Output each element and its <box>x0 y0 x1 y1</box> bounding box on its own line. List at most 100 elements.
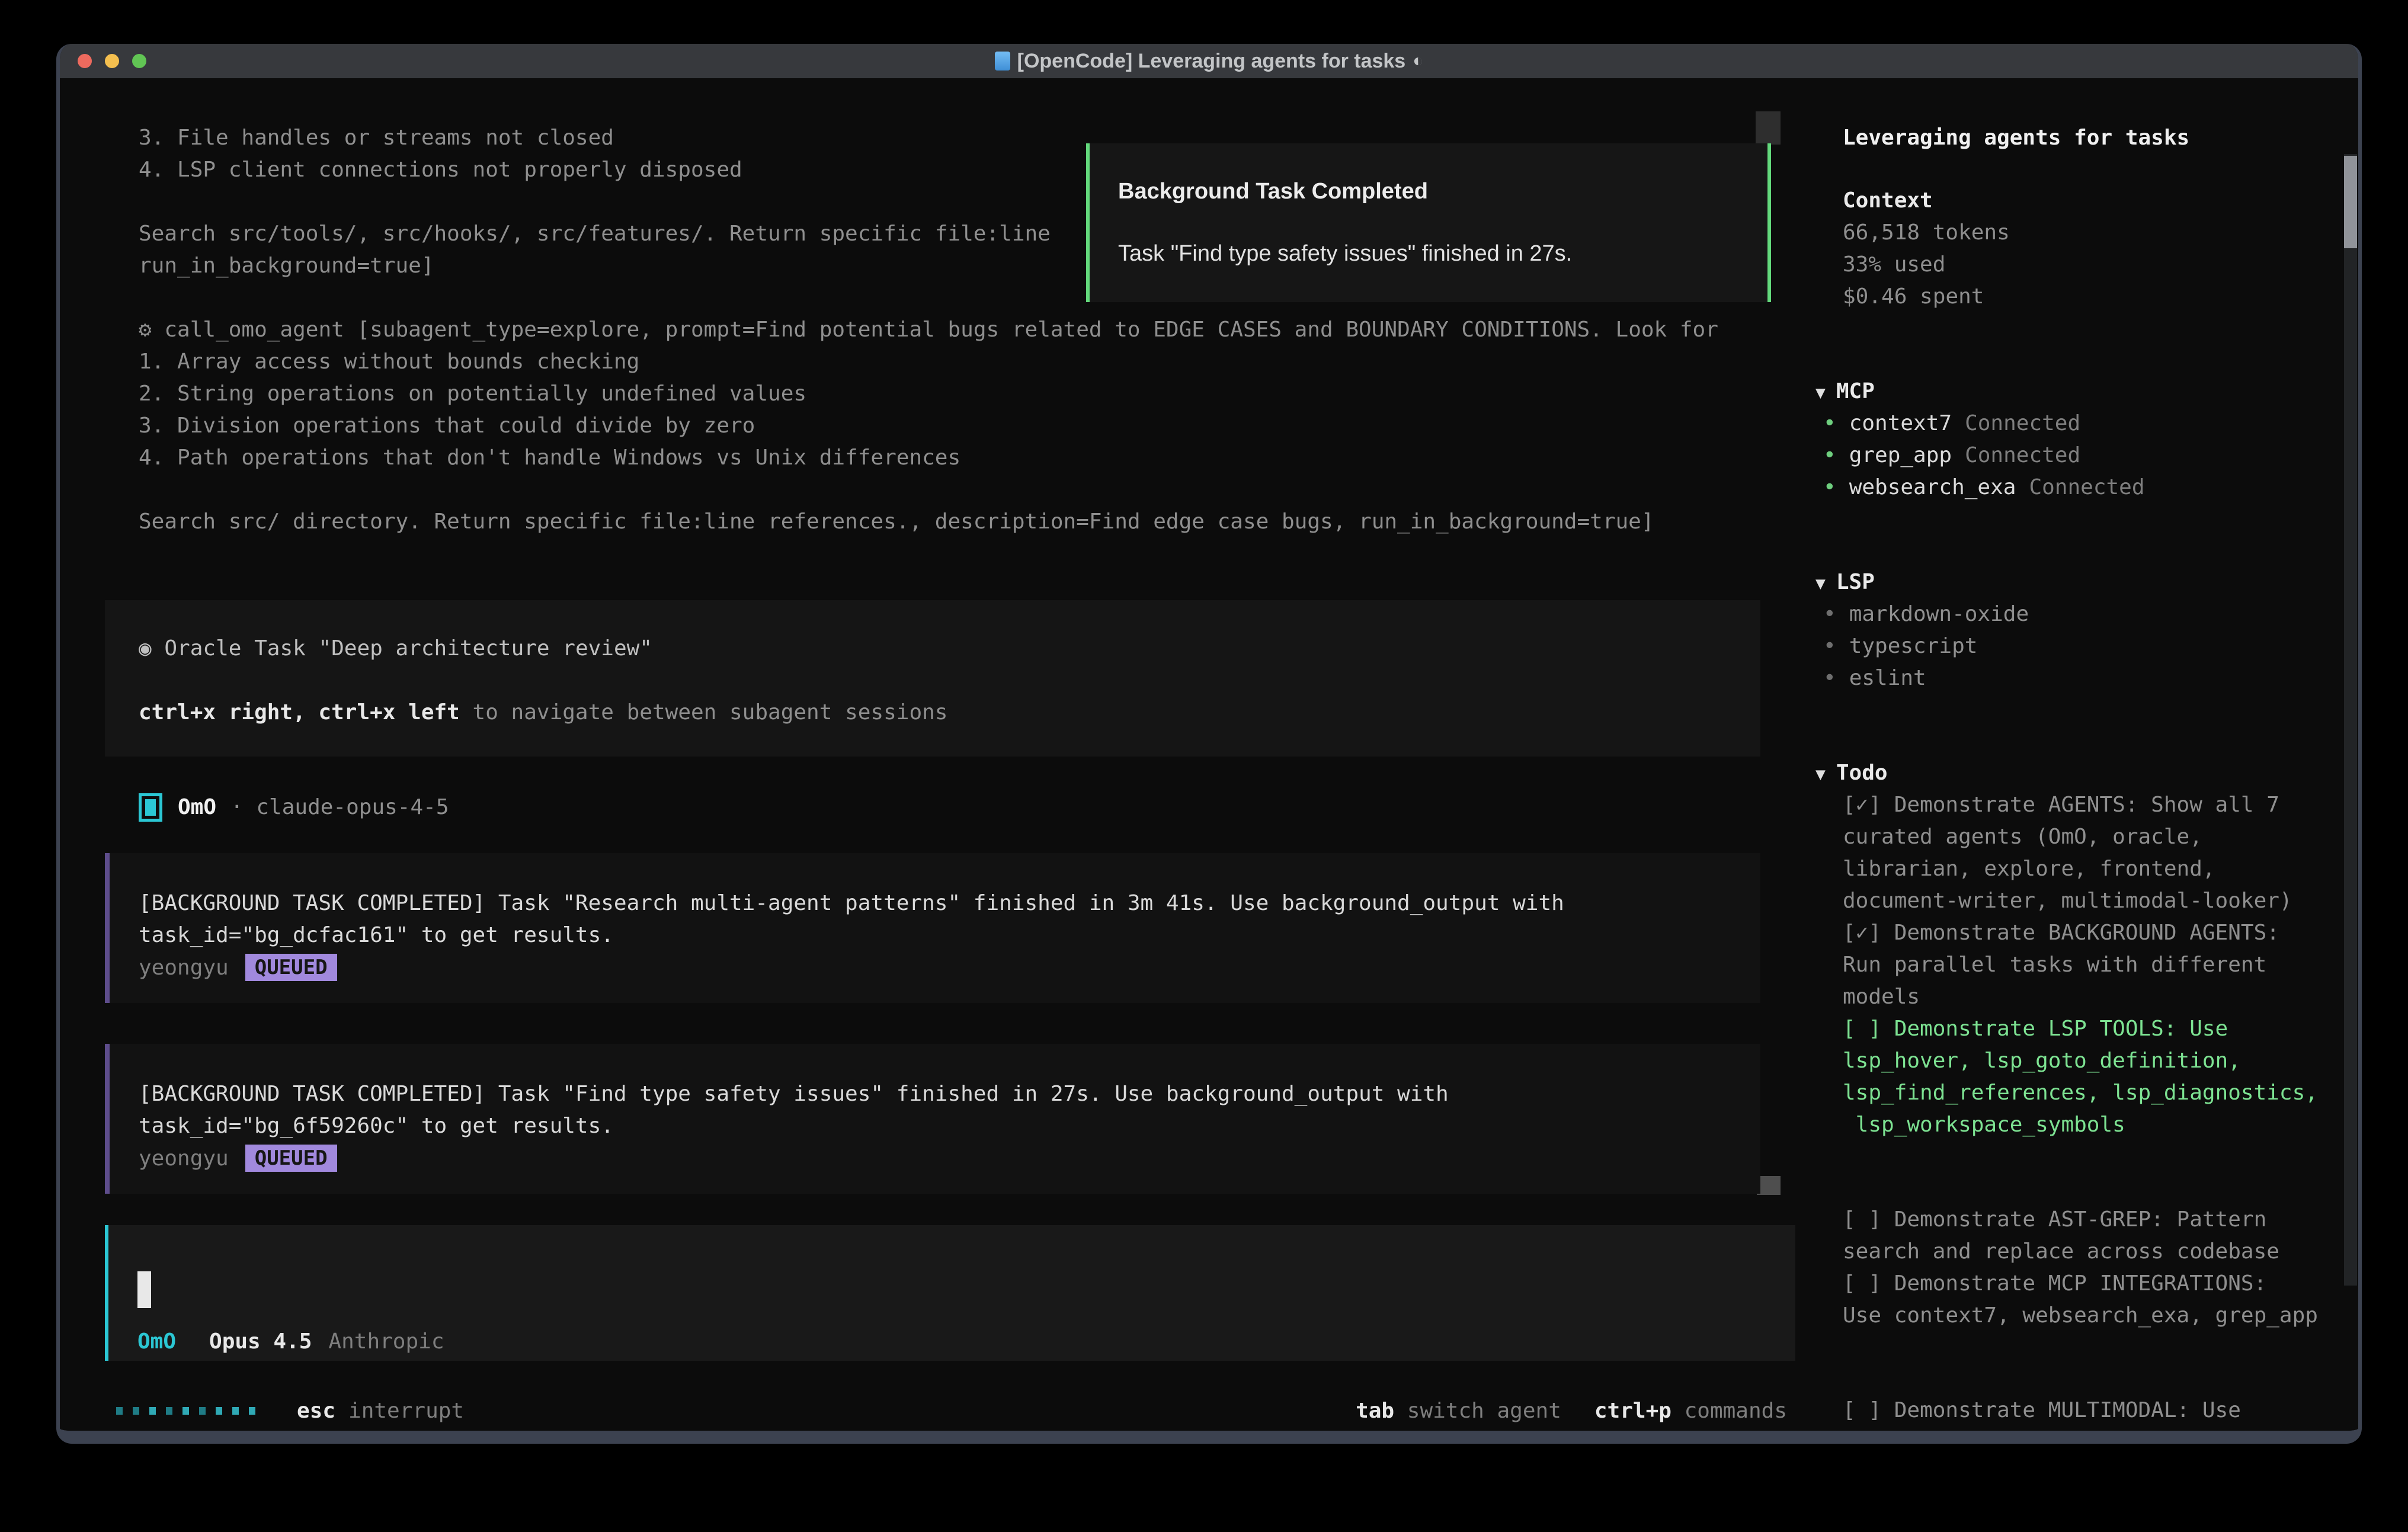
document-icon <box>995 52 1010 70</box>
tab-key-hint: tab <box>1356 1399 1394 1423</box>
omo-agent-icon <box>139 793 162 822</box>
active-agent-label: OmO <box>137 1329 176 1354</box>
text-line: 4. Path operations that don't handle Win… <box>60 442 1795 474</box>
message-line: task_id="bg_dcfac161" to get results. <box>139 919 1760 951</box>
active-model-label: Opus 4.5 <box>209 1329 312 1354</box>
message-line: [BACKGROUND TASK COMPLETED] Task "Resear… <box>139 887 1760 919</box>
status-dot-icon: • <box>1823 666 1836 690</box>
session-title: Leveraging agents for tasks <box>1805 122 2362 154</box>
tool-call-tail: Search src/ directory. Return specific f… <box>60 506 1795 538</box>
mcp-server-row: •grep_appConnected <box>1805 440 2362 472</box>
text-line: [ ] Demonstrate AST-GREP: Pattern <box>1805 1204 2362 1236</box>
mcp-server-row: •context7Connected <box>1805 408 2362 440</box>
background-task-toast: Background Task Completed Task "Find typ… <box>1086 143 1771 302</box>
text-line: [✓] Demonstrate AGENTS: Show all 7 <box>1805 789 2362 821</box>
text-cursor <box>137 1271 151 1308</box>
activity-spinner-dots <box>116 1407 255 1415</box>
esc-key-hint: esc <box>297 1399 335 1423</box>
text-line: 1. Array access without bounds checking <box>60 346 1795 378</box>
traffic-lights <box>78 54 146 68</box>
oracle-task-panel: ◉ Oracle Task "Deep architecture review"… <box>105 600 1760 757</box>
text-line: Run parallel tasks with different <box>1805 949 2362 981</box>
tool-call-items: 1. Array access without bounds checking2… <box>60 346 1795 474</box>
subagent-nav-hint: ctrl+x right, ctrl+x left to navigate be… <box>139 697 1760 729</box>
text-line: [ ] Demonstrate LSP TOOLS: Use <box>1805 1013 2362 1045</box>
text-line: [ ] Demonstrate MULTIMODAL: Use <box>1805 1395 2362 1427</box>
close-window-button[interactable] <box>78 54 92 68</box>
status-dot-icon: • <box>1823 634 1836 658</box>
sidebar-scrollbar-track[interactable] <box>2344 154 2357 1286</box>
lsp-server-row: •typescript <box>1805 630 2362 662</box>
status-dot-icon: • <box>1823 602 1836 626</box>
model-provider-label: Anthropic <box>328 1329 444 1354</box>
sidebar-scrollbar-thumb[interactable] <box>2344 156 2357 248</box>
oracle-task-title: ◉ Oracle Task "Deep architecture review" <box>139 633 1760 665</box>
terminal-content: Background Task Completed Task "Find typ… <box>60 78 2358 1431</box>
tab-key-label: switch agent <box>1407 1399 1561 1423</box>
mcp-section-header[interactable]: ▼MCP <box>1805 376 2362 408</box>
esc-key-label: interrupt <box>348 1399 464 1423</box>
window-title: [OpenCode] Leveraging agents for tasks ◐ <box>995 50 1424 73</box>
queued-status-badge: QUEUED <box>245 1145 337 1172</box>
agent-session-header: OmO · claude-opus-4-5 <box>60 791 1795 823</box>
context-tokens: 66,518 tokens <box>1805 217 2362 249</box>
message-byline: yeongyu QUEUED <box>139 951 1760 983</box>
lsp-server-row: •eslint <box>1805 662 2362 694</box>
status-bar: esc interrupt tab switch agent ctrl+p co… <box>60 1395 1795 1427</box>
text-line: search and replace across codebase <box>1805 1236 2362 1268</box>
text-line: lsp_find_references, lsp_diagnostics, <box>1805 1077 2362 1109</box>
lsp-section-header[interactable]: ▼LSP <box>1805 566 2362 598</box>
mcp-server-row: •websearch_exaConnected <box>1805 472 2362 504</box>
message-line: task_id="bg_6f59260c" to get results. <box>139 1110 1760 1142</box>
chevron-down-icon: ▼ <box>1815 764 1826 784</box>
message-line: [BACKGROUND TASK COMPLETED] Task "Find t… <box>139 1078 1760 1110</box>
prompt-input[interactable]: OmO Opus 4.5 Anthropic <box>105 1225 1795 1361</box>
record-icon: ◉ <box>139 636 152 661</box>
zoom-window-button[interactable] <box>132 54 146 68</box>
text-line: [ ] Demonstrate MCP INTEGRATIONS: <box>1805 1268 2362 1300</box>
text-line: 3. Division operations that could divide… <box>60 410 1795 442</box>
window-titlebar: [OpenCode] Leveraging agents for tasks ◐ <box>60 44 2358 78</box>
session-sidebar: Leveraging agents for tasks Context 66,5… <box>1805 122 2362 1444</box>
text-line: curated agents (OmO, oracle, <box>1805 821 2362 853</box>
model-selector-row[interactable]: OmO Opus 4.5 Anthropic <box>137 1329 444 1354</box>
agent-name: OmO <box>178 791 216 823</box>
ctrlp-key-label: commands <box>1685 1399 1787 1423</box>
status-dot-icon: • <box>1823 443 1836 467</box>
queued-status-badge: QUEUED <box>245 954 337 981</box>
text-line: librarian, explore, frontend, <box>1805 853 2362 885</box>
context-heading: Context <box>1805 185 2362 217</box>
gear-icon: ⚙ <box>139 318 152 342</box>
ctrlp-key-hint: ctrl+p <box>1594 1399 1671 1423</box>
window-title-text: [OpenCode] Leveraging agents for tasks <box>1017 50 1406 73</box>
todo-item-pending: [ ] Demonstrate MCP INTEGRATIONS:Use con… <box>1805 1268 2362 1332</box>
context-used: 33% used <box>1805 249 2362 281</box>
todo-item-done: [✓] Demonstrate BACKGROUND AGENTS:Run pa… <box>1805 917 2362 1013</box>
text-line: [✓] Demonstrate BACKGROUND AGENTS: <box>1805 917 2362 949</box>
opencode-terminal-window: [OpenCode] Leveraging agents for tasks ◐… <box>56 44 2362 1444</box>
text-line: lsp_hover, lsp_goto_definition, <box>1805 1045 2362 1077</box>
session-moon-icon: ◐ <box>1413 51 1423 71</box>
toast-body: Task "Find type safety issues" finished … <box>1118 241 1767 267</box>
text-line: Use context7, websearch_exa, grep_app <box>1805 1300 2362 1332</box>
agent-model: · claude-opus-4-5 <box>230 791 449 823</box>
todo-section-header[interactable]: ▼Todo <box>1805 757 2362 789</box>
background-task-message: [BACKGROUND TASK COMPLETED] Task "Resear… <box>105 853 1760 1003</box>
todo-item-pending: [ ] Demonstrate AST-GREP: Patternsearch … <box>1805 1204 2362 1268</box>
message-author: yeongyu <box>139 1146 229 1171</box>
text-line: lsp_workspace_symbols <box>1805 1109 2362 1141</box>
message-byline: yeongyu QUEUED <box>139 1142 1760 1174</box>
status-dot-icon: • <box>1823 411 1836 435</box>
todo-item-done: [✓] Demonstrate AGENTS: Show all 7curate… <box>1805 789 2362 917</box>
toast-title: Background Task Completed <box>1118 179 1767 204</box>
hint-text: to navigate between subagent sessions <box>460 700 948 725</box>
context-spent: $0.46 spent <box>1805 281 2362 313</box>
chat-transcript: 3. File handles or streams not closed4. … <box>60 122 1795 1427</box>
lsp-server-row: •markdown-oxide <box>1805 598 2362 630</box>
tool-call-line: ⚙ call_omo_agent [subagent_type=explore,… <box>60 314 1795 346</box>
text-line: document-writer, multimodal-looker) <box>1805 885 2362 917</box>
background-task-message: [BACKGROUND TASK COMPLETED] Task "Find t… <box>105 1044 1760 1194</box>
minimize-window-button[interactable] <box>105 54 119 68</box>
hint-shortcut: ctrl+x right, ctrl+x left <box>139 700 460 725</box>
chevron-down-icon: ▼ <box>1815 573 1826 593</box>
